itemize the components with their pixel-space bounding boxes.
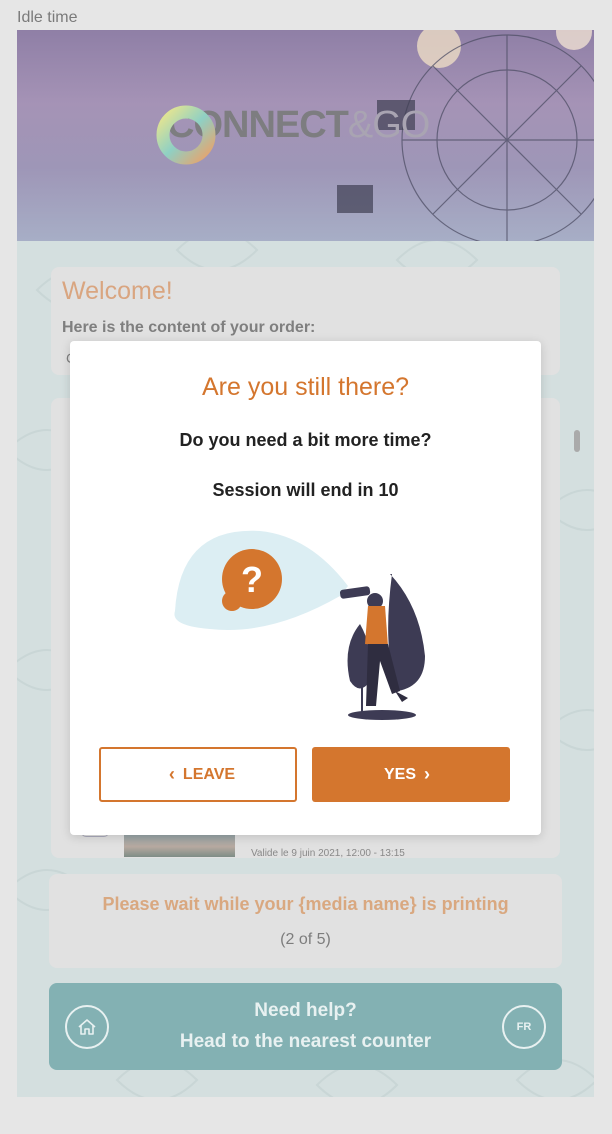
frame-label: Idle time	[17, 9, 78, 26]
language-button[interactable]: FR	[502, 1005, 546, 1049]
printing-status-card: Please wait while your {media name} is p…	[49, 874, 562, 968]
dialog-question: Do you need a bit more time?	[179, 430, 432, 450]
printing-count: (2 of 5)	[280, 931, 331, 948]
leave-button[interactable]: ‹ LEAVE	[99, 747, 297, 802]
printing-message: Please wait while your {media name} is p…	[102, 894, 509, 914]
idle-timeout-dialog: Are you still there? Do you need a bit m…	[70, 341, 541, 835]
logo-ring-icon	[156, 105, 216, 165]
dialog-title: Are you still there?	[201, 373, 410, 401]
help-bar: Need help? Head to the nearest counter F…	[49, 983, 562, 1070]
connect-go-logo: CONNECT&GO	[153, 104, 430, 165]
help-title: Need help?	[254, 1000, 357, 1021]
leave-label: LEAVE	[182, 765, 236, 783]
order-content-label: Here is the content of your order:	[62, 319, 316, 336]
item-validity: Valide le 9 juin 2021, 12:00 - 13:15	[251, 848, 405, 859]
header-banner: CONNECT&GO	[17, 30, 594, 241]
chevron-left-icon: ‹	[168, 764, 175, 784]
session-countdown: Session will end in 10	[212, 480, 399, 500]
chevron-right-icon: ›	[424, 764, 430, 784]
welcome-title: Welcome!	[62, 277, 173, 305]
help-subtitle: Head to the nearest counter	[179, 1031, 432, 1052]
yes-label: YES	[383, 765, 416, 783]
searching-woman-illustration: ?	[174, 530, 425, 720]
yes-button[interactable]: YES ›	[312, 747, 510, 802]
svg-text:?: ?	[241, 559, 263, 600]
list-scrollbar[interactable]	[574, 430, 580, 452]
